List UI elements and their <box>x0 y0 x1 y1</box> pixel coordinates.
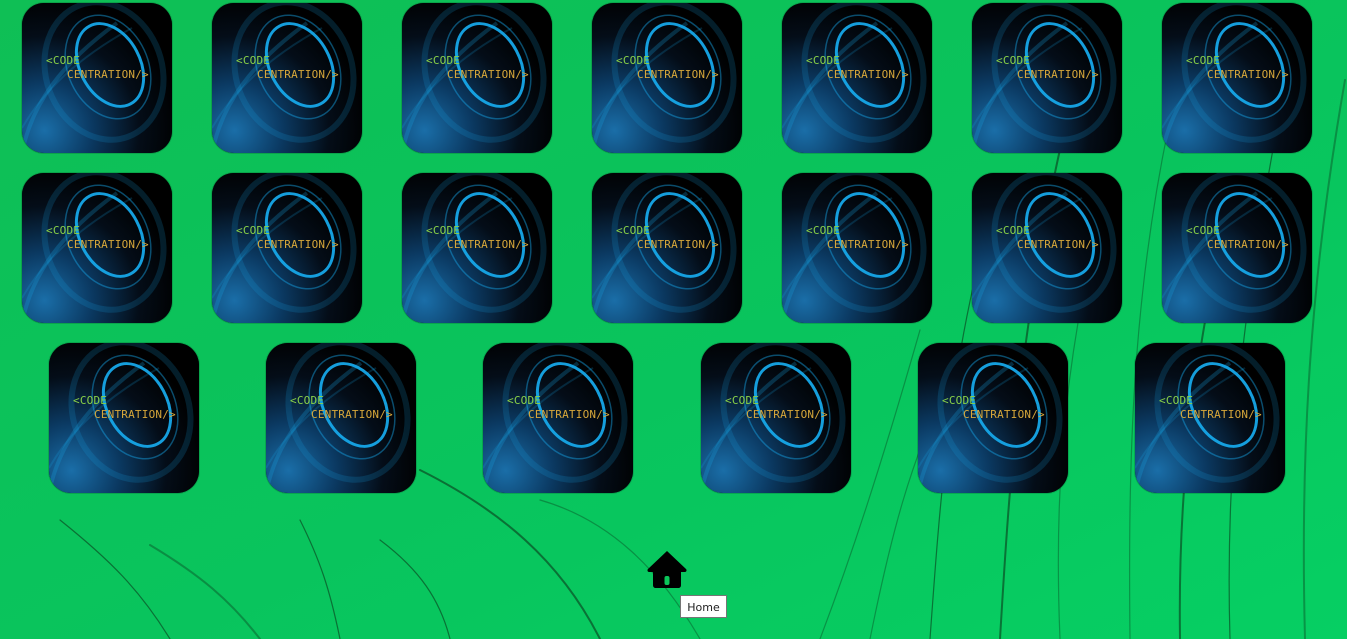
card-logo-line2: CENTRATION/> <box>311 408 393 421</box>
card-logo-line2: CENTRATION/> <box>637 68 719 81</box>
card-logo-line2: CENTRATION/> <box>963 408 1045 421</box>
card-logo-line1: <CODE <box>616 54 651 67</box>
card-logo-line2: CENTRATION/> <box>257 238 339 251</box>
card-logo-line1: <CODE <box>290 394 325 407</box>
card-logo-line1: <CODE <box>616 224 651 237</box>
home-icon <box>647 551 687 588</box>
memory-card[interactable]: <CODE CENTRATION/> <box>22 173 172 323</box>
card-logo-line2: CENTRATION/> <box>637 238 719 251</box>
memory-card[interactable]: <CODE CENTRATION/> <box>1135 343 1285 493</box>
memory-board: <CODE CENTRATION/> <CODE CENTRATION/> <CODE C… <box>0 0 1347 520</box>
card-logo-line1: <CODE <box>46 54 81 67</box>
card-logo-line1: <CODE <box>1159 394 1194 407</box>
card-logo-line2: CENTRATION/> <box>67 238 149 251</box>
home-button[interactable] <box>646 549 688 589</box>
card-logo-line1: <CODE <box>507 394 542 407</box>
card-logo-line1: <CODE <box>1186 54 1221 67</box>
memory-card[interactable]: <CODE CENTRATION/> <box>972 173 1122 323</box>
card-logo-line1: <CODE <box>426 224 461 237</box>
card-logo-line1: <CODE <box>996 54 1031 67</box>
card-logo-line1: <CODE <box>806 224 841 237</box>
memory-card[interactable]: <CODE CENTRATION/> <box>483 343 633 493</box>
memory-card[interactable]: <CODE CENTRATION/> <box>592 3 742 153</box>
memory-card[interactable]: <CODE CENTRATION/> <box>402 173 552 323</box>
card-logo-line1: <CODE <box>996 224 1031 237</box>
card-logo-line2: CENTRATION/> <box>827 238 909 251</box>
memory-card[interactable]: <CODE CENTRATION/> <box>402 3 552 153</box>
memory-card[interactable]: <CODE CENTRATION/> <box>266 343 416 493</box>
card-logo-line2: CENTRATION/> <box>257 68 339 81</box>
home-tooltip: Home <box>680 595 727 618</box>
memory-card[interactable]: <CODE CENTRATION/> <box>49 343 199 493</box>
card-logo-line2: CENTRATION/> <box>827 68 909 81</box>
card-logo-line1: <CODE <box>942 394 977 407</box>
card-logo-line1: <CODE <box>46 224 81 237</box>
card-logo-line2: CENTRATION/> <box>1180 408 1262 421</box>
card-logo-line1: <CODE <box>426 54 461 67</box>
memory-card[interactable]: <CODE CENTRATION/> <box>701 343 851 493</box>
memory-card[interactable]: <CODE CENTRATION/> <box>782 173 932 323</box>
memory-card[interactable]: <CODE CENTRATION/> <box>212 3 362 153</box>
card-logo-line2: CENTRATION/> <box>746 408 828 421</box>
card-logo-line2: CENTRATION/> <box>67 68 149 81</box>
memory-card[interactable]: <CODE CENTRATION/> <box>22 3 172 153</box>
card-logo-line2: CENTRATION/> <box>1017 68 1099 81</box>
card-logo-line2: CENTRATION/> <box>447 68 529 81</box>
card-logo-line2: CENTRATION/> <box>94 408 176 421</box>
card-logo-line2: CENTRATION/> <box>1207 238 1289 251</box>
card-logo-line1: <CODE <box>236 224 271 237</box>
card-logo-line1: <CODE <box>1186 224 1221 237</box>
card-logo-line1: <CODE <box>73 394 108 407</box>
memory-card[interactable]: <CODE CENTRATION/> <box>972 3 1122 153</box>
card-logo-line2: CENTRATION/> <box>1207 68 1289 81</box>
memory-card[interactable]: <CODE CENTRATION/> <box>212 173 362 323</box>
memory-card[interactable]: <CODE CENTRATION/> <box>592 173 742 323</box>
memory-card[interactable]: <CODE CENTRATION/> <box>918 343 1068 493</box>
card-logo-line1: <CODE <box>806 54 841 67</box>
card-logo-line1: <CODE <box>725 394 760 407</box>
memory-card[interactable]: <CODE CENTRATION/> <box>782 3 932 153</box>
memory-card[interactable]: <CODE CENTRATION/> <box>1162 173 1312 323</box>
memory-card[interactable]: <CODE CENTRATION/> <box>1162 3 1312 153</box>
card-logo-line1: <CODE <box>236 54 271 67</box>
card-logo-line2: CENTRATION/> <box>528 408 610 421</box>
card-logo-line2: CENTRATION/> <box>447 238 529 251</box>
card-logo-line2: CENTRATION/> <box>1017 238 1099 251</box>
